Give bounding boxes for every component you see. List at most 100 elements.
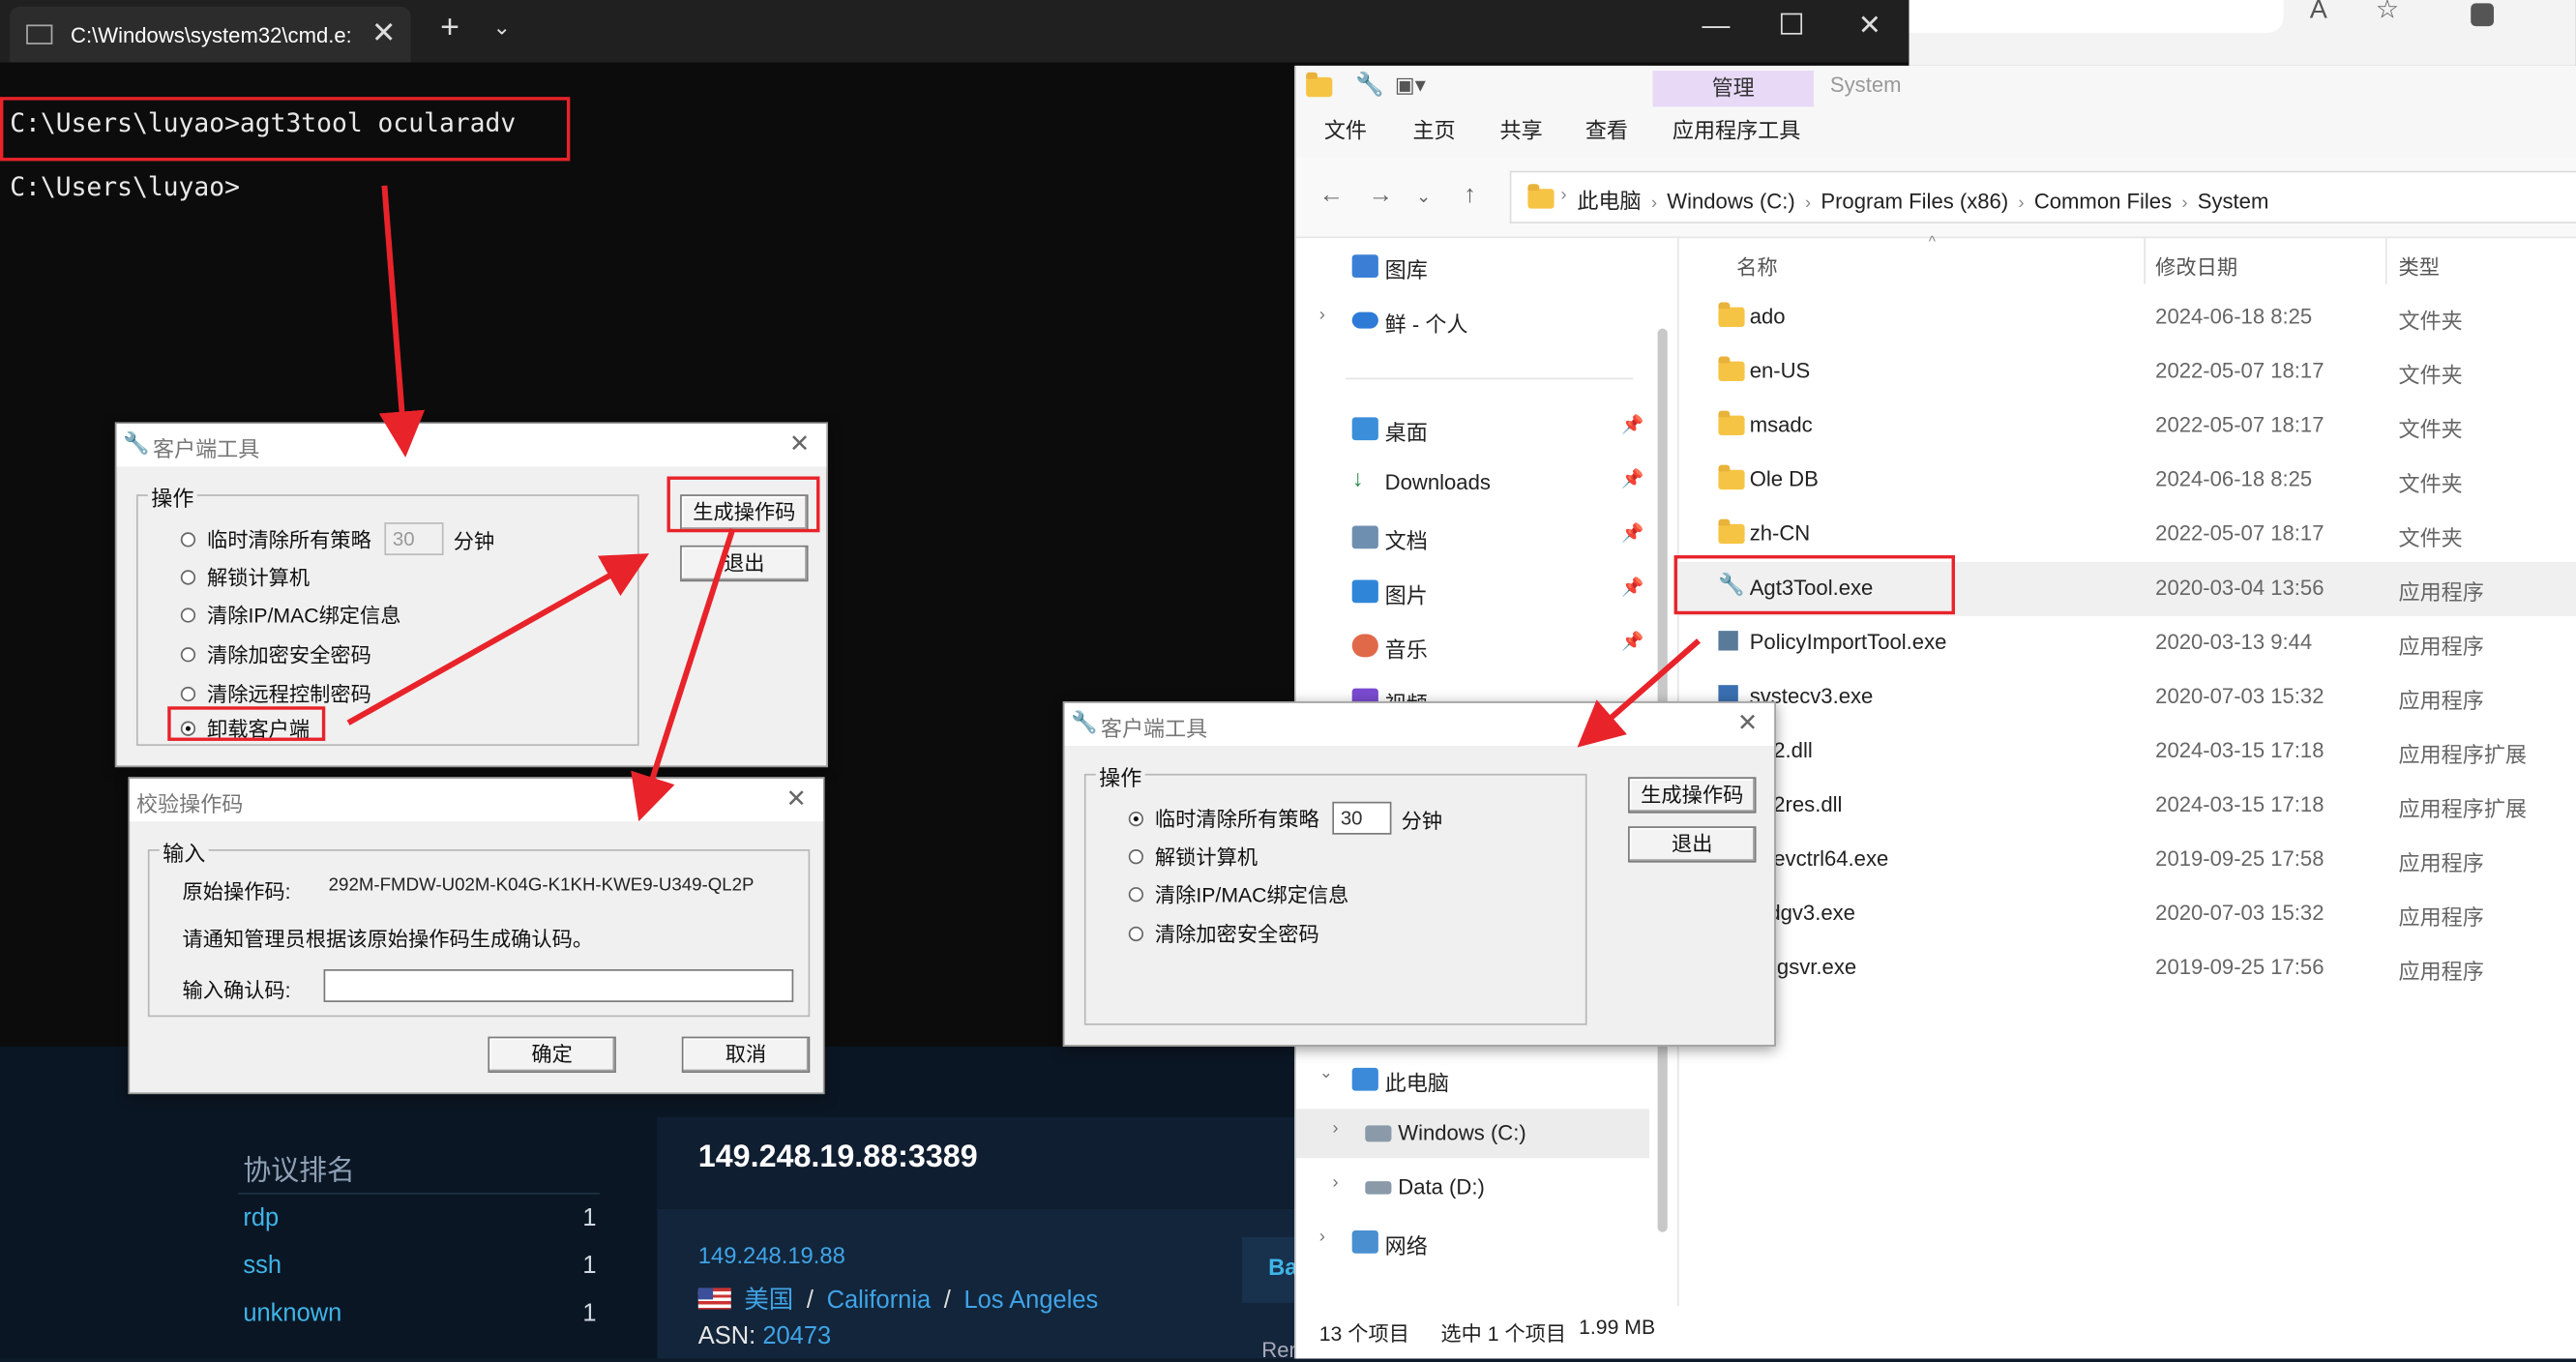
- minutes-input[interactable]: 30: [1332, 801, 1392, 835]
- nav-item-gallery[interactable]: 图库: [1296, 242, 1649, 291]
- radio-clear-ip-mac[interactable]: 清除IP/MAC绑定信息: [1128, 877, 1348, 908]
- breadcrumb-item[interactable]: Common Files: [2034, 189, 2172, 213]
- expand-icon[interactable]: ›: [1332, 1119, 1338, 1139]
- cancel-button[interactable]: 取消: [681, 1036, 811, 1073]
- pin-icon[interactable]: 📌: [1621, 468, 1643, 489]
- column-date[interactable]: 修改日期: [2155, 250, 2237, 281]
- file-row[interactable]: PolicyImportTool.exe 2020-03-13 9:44 应用程序: [1679, 616, 2576, 670]
- pin-icon[interactable]: 📌: [1621, 631, 1643, 652]
- maximize-icon[interactable]: [1780, 13, 1803, 35]
- close-icon[interactable]: ✕: [789, 429, 810, 459]
- radio-clear-encryption-password[interactable]: 清除加密安全密码: [180, 637, 371, 668]
- nav-item-downloads[interactable]: ↓ Downloads 📌: [1296, 459, 1649, 508]
- nav-item-pictures[interactable]: 图片 📌: [1296, 567, 1649, 616]
- nav-item-onedrive[interactable]: › 鲜 - 个人: [1296, 296, 1649, 345]
- radio-clear-policies[interactable]: 临时清除所有策略: [1128, 802, 1319, 833]
- menu-file[interactable]: 文件: [1324, 113, 1367, 144]
- nav-item-network[interactable]: › 网络: [1296, 1217, 1649, 1266]
- address-bar[interactable]: [1906, 0, 2284, 33]
- file-row[interactable]: ndevctrl64.exe 2019-09-25 17:58 应用程序: [1679, 833, 2576, 887]
- file-row[interactable]: zh-CN 2022-05-07 18:17 文件夹: [1679, 508, 2576, 562]
- column-divider[interactable]: [2384, 238, 2387, 284]
- region-link[interactable]: California: [827, 1287, 932, 1315]
- close-icon[interactable]: ✕: [1858, 10, 1881, 43]
- forward-icon[interactable]: →: [1369, 181, 1393, 209]
- protocol-row[interactable]: ssh 1: [243, 1252, 596, 1280]
- file-row[interactable]: ado 2024-06-18 8:25 文件夹: [1679, 291, 2576, 345]
- ip-link[interactable]: 149.248.19.88: [698, 1242, 845, 1268]
- radio-clear-policies[interactable]: 临时清除所有策略: [180, 522, 371, 553]
- breadcrumb-item[interactable]: Program Files (x86): [1821, 189, 2008, 213]
- file-row[interactable]: b32res.dll 2024-03-15 17:18 应用程序扩展: [1679, 779, 2576, 833]
- file-row[interactable]: svstecv3.exe 2020-07-03 15:32 应用程序: [1679, 670, 2576, 725]
- minimize-icon[interactable]: —: [1702, 10, 1730, 43]
- close-icon[interactable]: ✕: [786, 784, 807, 814]
- file-row[interactable]: ardgv3.exe 2020-07-03 15:32 应用程序: [1679, 887, 2576, 941]
- column-type[interactable]: 类型: [2399, 250, 2440, 281]
- expand-icon[interactable]: ›: [1332, 1173, 1338, 1193]
- chevron-down-icon[interactable]: ⌄: [492, 15, 511, 41]
- browser-toolbar: A͡ ☆: [1906, 0, 2576, 66]
- minutes-input[interactable]: 30: [384, 522, 444, 556]
- file-row[interactable]: msadc 2022-05-07 18:17 文件夹: [1679, 400, 2576, 454]
- extension-icon[interactable]: [2471, 3, 2495, 27]
- menu-app-tools[interactable]: 应用程序工具: [1673, 113, 1800, 144]
- input-group: 输入 原始操作码: 292M-FMDW-U02M-K04G-K1KH-KWE9-…: [147, 836, 811, 1018]
- file-row[interactable]: Ole DB 2024-06-18 8:25 文件夹: [1679, 454, 2576, 508]
- breadcrumb-item[interactable]: System: [2198, 189, 2269, 213]
- pin-icon[interactable]: 📌: [1621, 414, 1643, 435]
- nav-item-this-pc[interactable]: ⌄ 此电脑: [1296, 1054, 1649, 1104]
- file-row[interactable]: en-US 2022-05-07 18:17 文件夹: [1679, 345, 2576, 400]
- ok-button[interactable]: 确定: [488, 1036, 616, 1073]
- file-row[interactable]: wdgsvr.exe 2019-09-25 17:56 应用程序: [1679, 941, 2576, 995]
- breadcrumb-item[interactable]: Windows (C:): [1667, 189, 1794, 213]
- collapse-icon[interactable]: ⌄: [1319, 1064, 1333, 1082]
- menu-view[interactable]: 查看: [1585, 113, 1628, 144]
- up-icon[interactable]: ↑: [1464, 181, 1476, 209]
- new-folder-icon[interactable]: ▣▾: [1395, 73, 1426, 99]
- radio-unlock-computer[interactable]: 解锁计算机: [1128, 840, 1258, 871]
- favorite-star-icon[interactable]: ☆: [2376, 0, 2399, 26]
- radio-clear-encryption-password[interactable]: 清除加密安全密码: [1128, 917, 1319, 948]
- close-tab-icon[interactable]: ✕: [371, 16, 397, 51]
- generate-code-button[interactable]: 生成操作码: [1628, 777, 1757, 814]
- read-aloud-icon[interactable]: A͡: [2310, 0, 2327, 26]
- protocol-row[interactable]: unknown 1: [243, 1299, 596, 1327]
- exit-button[interactable]: 退出: [1628, 826, 1757, 863]
- prompt-line[interactable]: C:\Users\luyao>: [10, 172, 240, 202]
- ribbon-context-manage[interactable]: 管理: [1652, 71, 1814, 107]
- protocol-row[interactable]: rdp 1: [243, 1204, 596, 1232]
- expand-icon[interactable]: ›: [1319, 1228, 1325, 1247]
- terminal-tab[interactable]: C:\Windows\system32\cmd.e: ✕: [10, 6, 411, 63]
- pin-icon[interactable]: 📌: [1621, 522, 1643, 544]
- menu-share[interactable]: 共享: [1500, 113, 1543, 144]
- exit-button[interactable]: 退出: [680, 545, 809, 582]
- confirm-code-input[interactable]: [323, 968, 794, 1002]
- new-tab-icon[interactable]: +: [440, 10, 459, 47]
- folder-icon: [1718, 356, 1745, 382]
- breadcrumb-item[interactable]: 此电脑: [1577, 189, 1641, 213]
- address-field[interactable]: › 此电脑 › Windows (C:) › Program Files (x86) › C…: [1509, 170, 2576, 223]
- radio-unlock-computer[interactable]: 解锁计算机: [180, 560, 310, 591]
- nav-item-drive-d[interactable]: › Data (D:): [1296, 1163, 1649, 1212]
- selected-size: 1.99 MB: [1579, 1316, 1656, 1340]
- column-divider[interactable]: [2144, 238, 2146, 284]
- expand-icon[interactable]: ›: [1319, 306, 1325, 325]
- file-row[interactable]: b32.dll 2024-03-15 17:18 应用程序扩展: [1679, 725, 2576, 779]
- radio-clear-remote-password[interactable]: 清除远程控制密码: [180, 677, 371, 708]
- menu-home[interactable]: 主页: [1413, 113, 1456, 144]
- asn-link[interactable]: 20473: [762, 1322, 831, 1350]
- nav-item-documents[interactable]: 文档 📌: [1296, 513, 1649, 562]
- back-icon[interactable]: ←: [1319, 181, 1344, 209]
- pin-icon[interactable]: 📌: [1621, 577, 1643, 598]
- nav-item-drive-c[interactable]: › Windows (C:): [1295, 1109, 1650, 1159]
- properties-icon[interactable]: 🔧: [1355, 71, 1384, 99]
- radio-clear-ip-mac[interactable]: 清除IP/MAC绑定信息: [180, 598, 400, 629]
- nav-item-music[interactable]: 音乐 📌: [1296, 621, 1649, 670]
- city-link[interactable]: Los Angeles: [963, 1287, 1098, 1315]
- country-link[interactable]: 美国: [744, 1287, 793, 1315]
- close-icon[interactable]: ✕: [1737, 708, 1758, 738]
- nav-item-desktop[interactable]: 桌面 📌: [1296, 404, 1649, 454]
- column-name[interactable]: 名称: [1736, 250, 1777, 281]
- recent-chevron-icon[interactable]: ⌄: [1416, 186, 1432, 207]
